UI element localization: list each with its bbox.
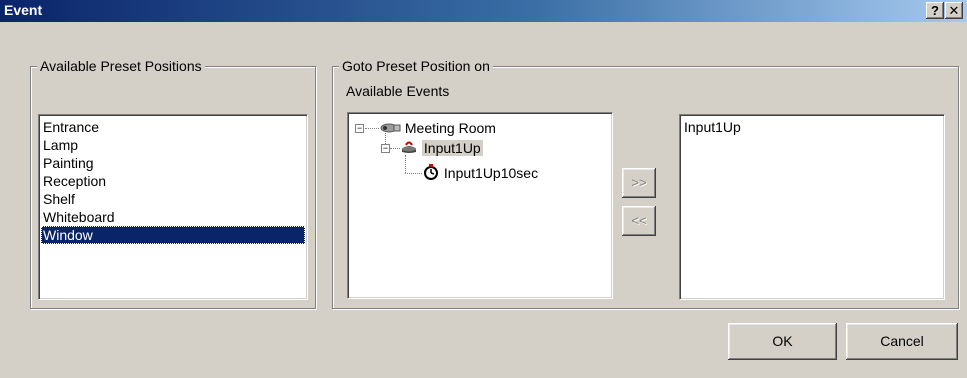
tree-node-input1up10sec[interactable]: Input1Up10sec: [422, 163, 538, 183]
assigned-events-list[interactable]: Input1Up: [679, 114, 945, 300]
help-button[interactable]: ?: [926, 2, 944, 19]
available-events-label: Available Events: [346, 83, 450, 99]
list-item[interactable]: Lamp: [41, 136, 305, 154]
collapse-icon[interactable]: −: [355, 124, 364, 133]
camera-icon: [380, 123, 401, 133]
tree-node-label: Meeting Room: [404, 120, 496, 136]
events-tree[interactable]: − Meeting Room − Input1Up Input1Up10sec: [347, 112, 613, 299]
tree-connector: [405, 173, 422, 174]
list-item[interactable]: Painting: [41, 154, 305, 172]
input-sensor-icon: [402, 141, 416, 153]
remove-event-button[interactable]: <<: [622, 206, 656, 236]
close-button[interactable]: ✕: [945, 2, 963, 19]
window-title: Event: [4, 2, 43, 18]
preset-positions-list[interactable]: Entrance Lamp Painting Reception Shelf W…: [38, 114, 308, 300]
list-item[interactable]: Reception: [41, 172, 305, 190]
preset-positions-legend: Available Preset Positions: [37, 58, 205, 74]
add-event-button[interactable]: >>: [622, 168, 656, 198]
title-bar: Event ? ✕: [0, 0, 967, 22]
cancel-button[interactable]: Cancel: [846, 323, 958, 360]
tree-connector: [365, 128, 379, 129]
list-item[interactable]: Shelf: [41, 190, 305, 208]
tree-connector: [390, 148, 400, 149]
timer-icon: [424, 164, 438, 180]
tree-node-input1up[interactable]: Input1Up: [400, 138, 483, 158]
tree-node-label: Input1Up: [421, 140, 483, 156]
list-item-selected[interactable]: Window: [41, 226, 305, 244]
goto-preset-legend: Goto Preset Position on: [339, 58, 493, 74]
list-item[interactable]: Input1Up: [682, 118, 942, 136]
collapse-icon[interactable]: −: [381, 144, 390, 153]
tree-node-meeting-room[interactable]: Meeting Room: [379, 118, 496, 138]
ok-button[interactable]: OK: [728, 323, 837, 360]
list-item[interactable]: Whiteboard: [41, 208, 305, 226]
tree-node-label: Input1Up10sec: [443, 165, 539, 181]
list-item[interactable]: Entrance: [41, 118, 305, 136]
